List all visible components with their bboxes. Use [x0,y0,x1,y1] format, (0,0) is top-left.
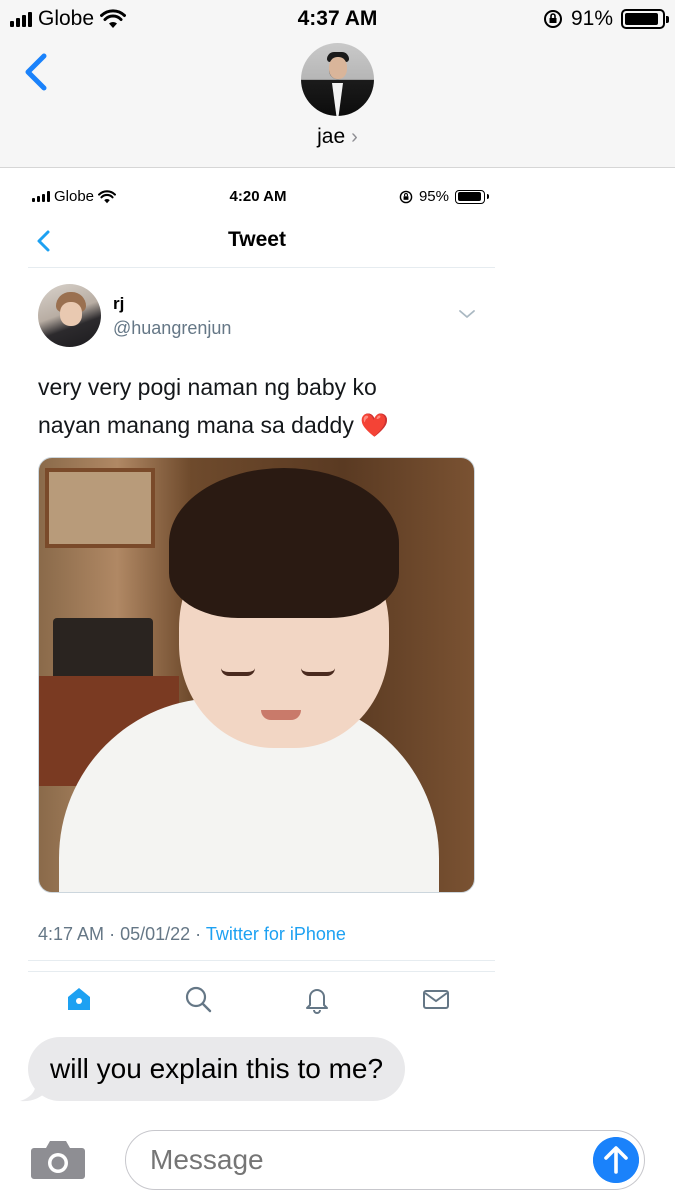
chevron-right-icon: › [351,126,358,148]
photo-hair [169,468,399,618]
avatar-shirt [332,83,343,116]
battery-icon [621,9,669,29]
tweet-meta: 4:17 AM · 05/01/22 · Twitter for iPhone [38,924,346,945]
avatar-face [60,302,82,326]
home-icon[interactable] [64,984,94,1014]
tweet-text-line: very very pogi naman ng baby ko [38,374,377,400]
divider [28,960,495,961]
search-icon[interactable] [183,984,213,1014]
author-name[interactable]: rj [113,294,124,314]
photo-wall-frame [45,468,155,548]
tweet-date: 05/01/22 [120,924,191,944]
screenshot-status-bar: Globe 4:20 AM 95% [28,186,495,210]
tweet-text-line: nayan manang mana sa daddy ❤️ [38,412,389,438]
status-bar: Globe 4:37 AM 91% [0,0,675,38]
avatar-face [329,57,347,79]
battery-icon [455,189,489,204]
received-message-bubble[interactable]: will you explain this to me? [28,1037,406,1101]
meta-separator: · [109,924,116,944]
conversation-header: Globe 4:37 AM 91% jae › [0,0,675,168]
photo-eye [301,668,335,676]
tweet-nav-bar: Tweet [28,220,495,268]
twitter-tab-bar [28,984,495,1020]
chevron-down-icon[interactable] [458,308,476,320]
screenshot-status-right: 95% [399,188,489,205]
photo-tv [53,618,153,680]
screenshot-battery-percent: 95% [418,188,449,205]
divider [28,971,495,972]
messages-icon[interactable] [421,984,451,1014]
battery-percent: 91% [570,7,613,30]
meta-separator: · [195,924,202,944]
author-handle[interactable]: @huangrenjun [113,318,231,339]
contact-name-button[interactable]: jae › [0,125,675,149]
camera-icon[interactable] [30,1138,86,1180]
contact-avatar[interactable] [301,43,374,116]
shared-screenshot[interactable]: Globe 4:20 AM 95% Tweet rj @huangrenjun … [28,168,495,1028]
tweet-source-link[interactable]: Twitter for iPhone [206,924,346,944]
author-avatar[interactable] [38,284,101,347]
back-chevron-icon[interactable] [18,52,54,92]
photo-mouth [261,710,301,720]
send-button[interactable] [593,1137,639,1183]
tweet-text: very very pogi naman ng baby ko nayan ma… [38,368,478,444]
tweet-nav-title: Tweet [228,228,286,251]
message-input[interactable] [125,1130,645,1190]
contact-name: jae [317,125,346,148]
tweet-time: 4:17 AM [38,924,105,944]
status-right: 91% [543,7,669,31]
tweet-photo[interactable] [38,457,475,893]
notifications-icon[interactable] [302,984,332,1014]
orientation-lock-icon [543,10,562,28]
photo-eye [221,668,255,676]
orientation-lock-icon [399,190,413,203]
